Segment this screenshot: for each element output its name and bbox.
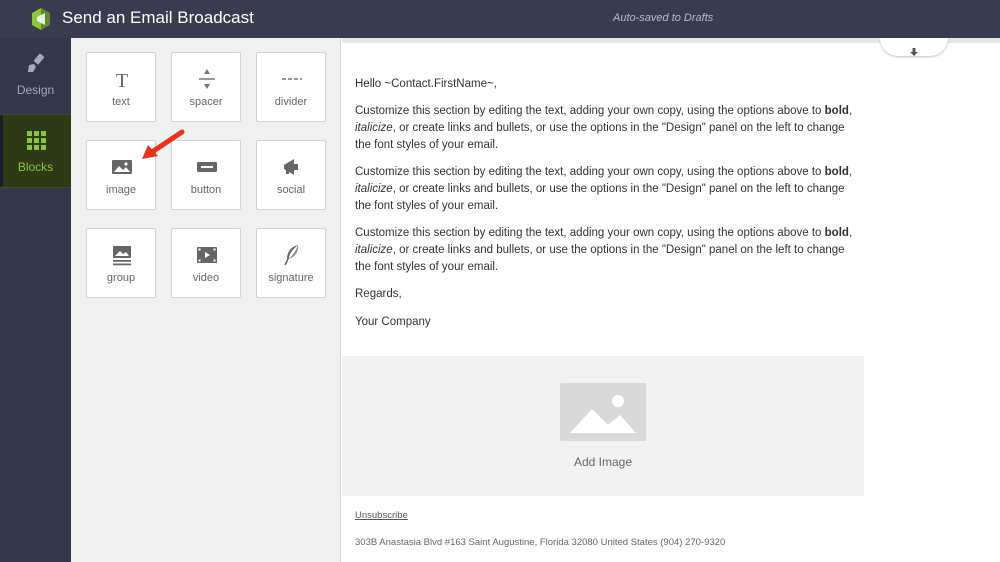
annotation-arrow-icon	[142, 129, 185, 159]
email-canvas: Hello ~Contact.FirstName~, Customize thi…	[342, 38, 1000, 562]
autosave-status: Auto-saved to Drafts	[613, 12, 714, 24]
block-tile-video[interactable]: video	[171, 228, 241, 298]
button-icon	[197, 162, 217, 172]
brush-icon	[28, 53, 45, 72]
unsubscribe-link[interactable]: Unsubscribe	[355, 510, 408, 521]
add-image-label: Add Image	[573, 455, 633, 469]
tile-label: social	[276, 184, 306, 196]
page-title: Send an Email Broadcast	[62, 8, 254, 27]
block-tile-signature[interactable]: signature	[256, 228, 326, 298]
block-tile-divider[interactable]: divider	[256, 52, 326, 122]
tile-label: signature	[268, 272, 314, 284]
block-tile-text[interactable]: T text	[86, 52, 156, 122]
email-greeting: Hello ~Contact.FirstName~,	[355, 78, 497, 90]
email-paragraph: Customize this section by editing the te…	[355, 105, 853, 151]
block-tile-social[interactable]: social	[256, 140, 326, 210]
email-regards: Regards,	[355, 288, 402, 300]
logo-icon	[32, 8, 50, 30]
email-paragraph: Customize this section by editing the te…	[355, 166, 853, 212]
footer-address: 303B Anastasia Blvd #163 Saint Augustine…	[355, 537, 726, 548]
tile-label: text	[112, 96, 130, 108]
block-tile-group[interactable]: group	[86, 228, 156, 298]
add-image-block[interactable]: Add Image	[342, 356, 864, 496]
megaphone-icon	[284, 159, 298, 175]
svg-text:T: T	[116, 70, 128, 91]
email-body[interactable]: Hello ~Contact.FirstName~, Customize thi…	[355, 76, 855, 331]
tile-label: spacer	[189, 96, 223, 108]
image-placeholder-icon	[560, 383, 646, 441]
top-bar: Send an Email Broadcast Auto-saved to Dr…	[0, 0, 1000, 38]
blocks-panel: T text spacer divider image button socia…	[71, 38, 341, 562]
email-company: Your Company	[355, 316, 431, 328]
feather-icon	[284, 245, 299, 266]
image-icon	[112, 160, 132, 174]
rail-item-design[interactable]: Design	[0, 38, 71, 112]
tile-label: button	[190, 184, 222, 196]
arrow-down-icon	[910, 43, 918, 56]
rail-item-blocks[interactable]: Blocks	[0, 114, 71, 188]
tile-label: group	[106, 272, 136, 284]
tile-label: image	[106, 184, 136, 196]
tile-label: video	[192, 272, 220, 284]
left-rail: Design Blocks	[0, 38, 71, 562]
rail-label-design: Design	[16, 83, 55, 97]
rail-label-blocks: Blocks	[17, 160, 54, 174]
video-icon	[197, 247, 217, 263]
spacer-icon	[199, 69, 215, 89]
group-icon	[113, 246, 131, 266]
email-paragraph: Customize this section by editing the te…	[355, 227, 853, 273]
text-icon: T	[116, 70, 128, 91]
tile-label: divider	[274, 96, 308, 108]
divider-icon	[282, 78, 302, 80]
block-tile-spacer[interactable]: spacer	[171, 52, 241, 122]
grid-icon	[27, 131, 46, 150]
scroll-down-tab[interactable]	[880, 38, 948, 56]
